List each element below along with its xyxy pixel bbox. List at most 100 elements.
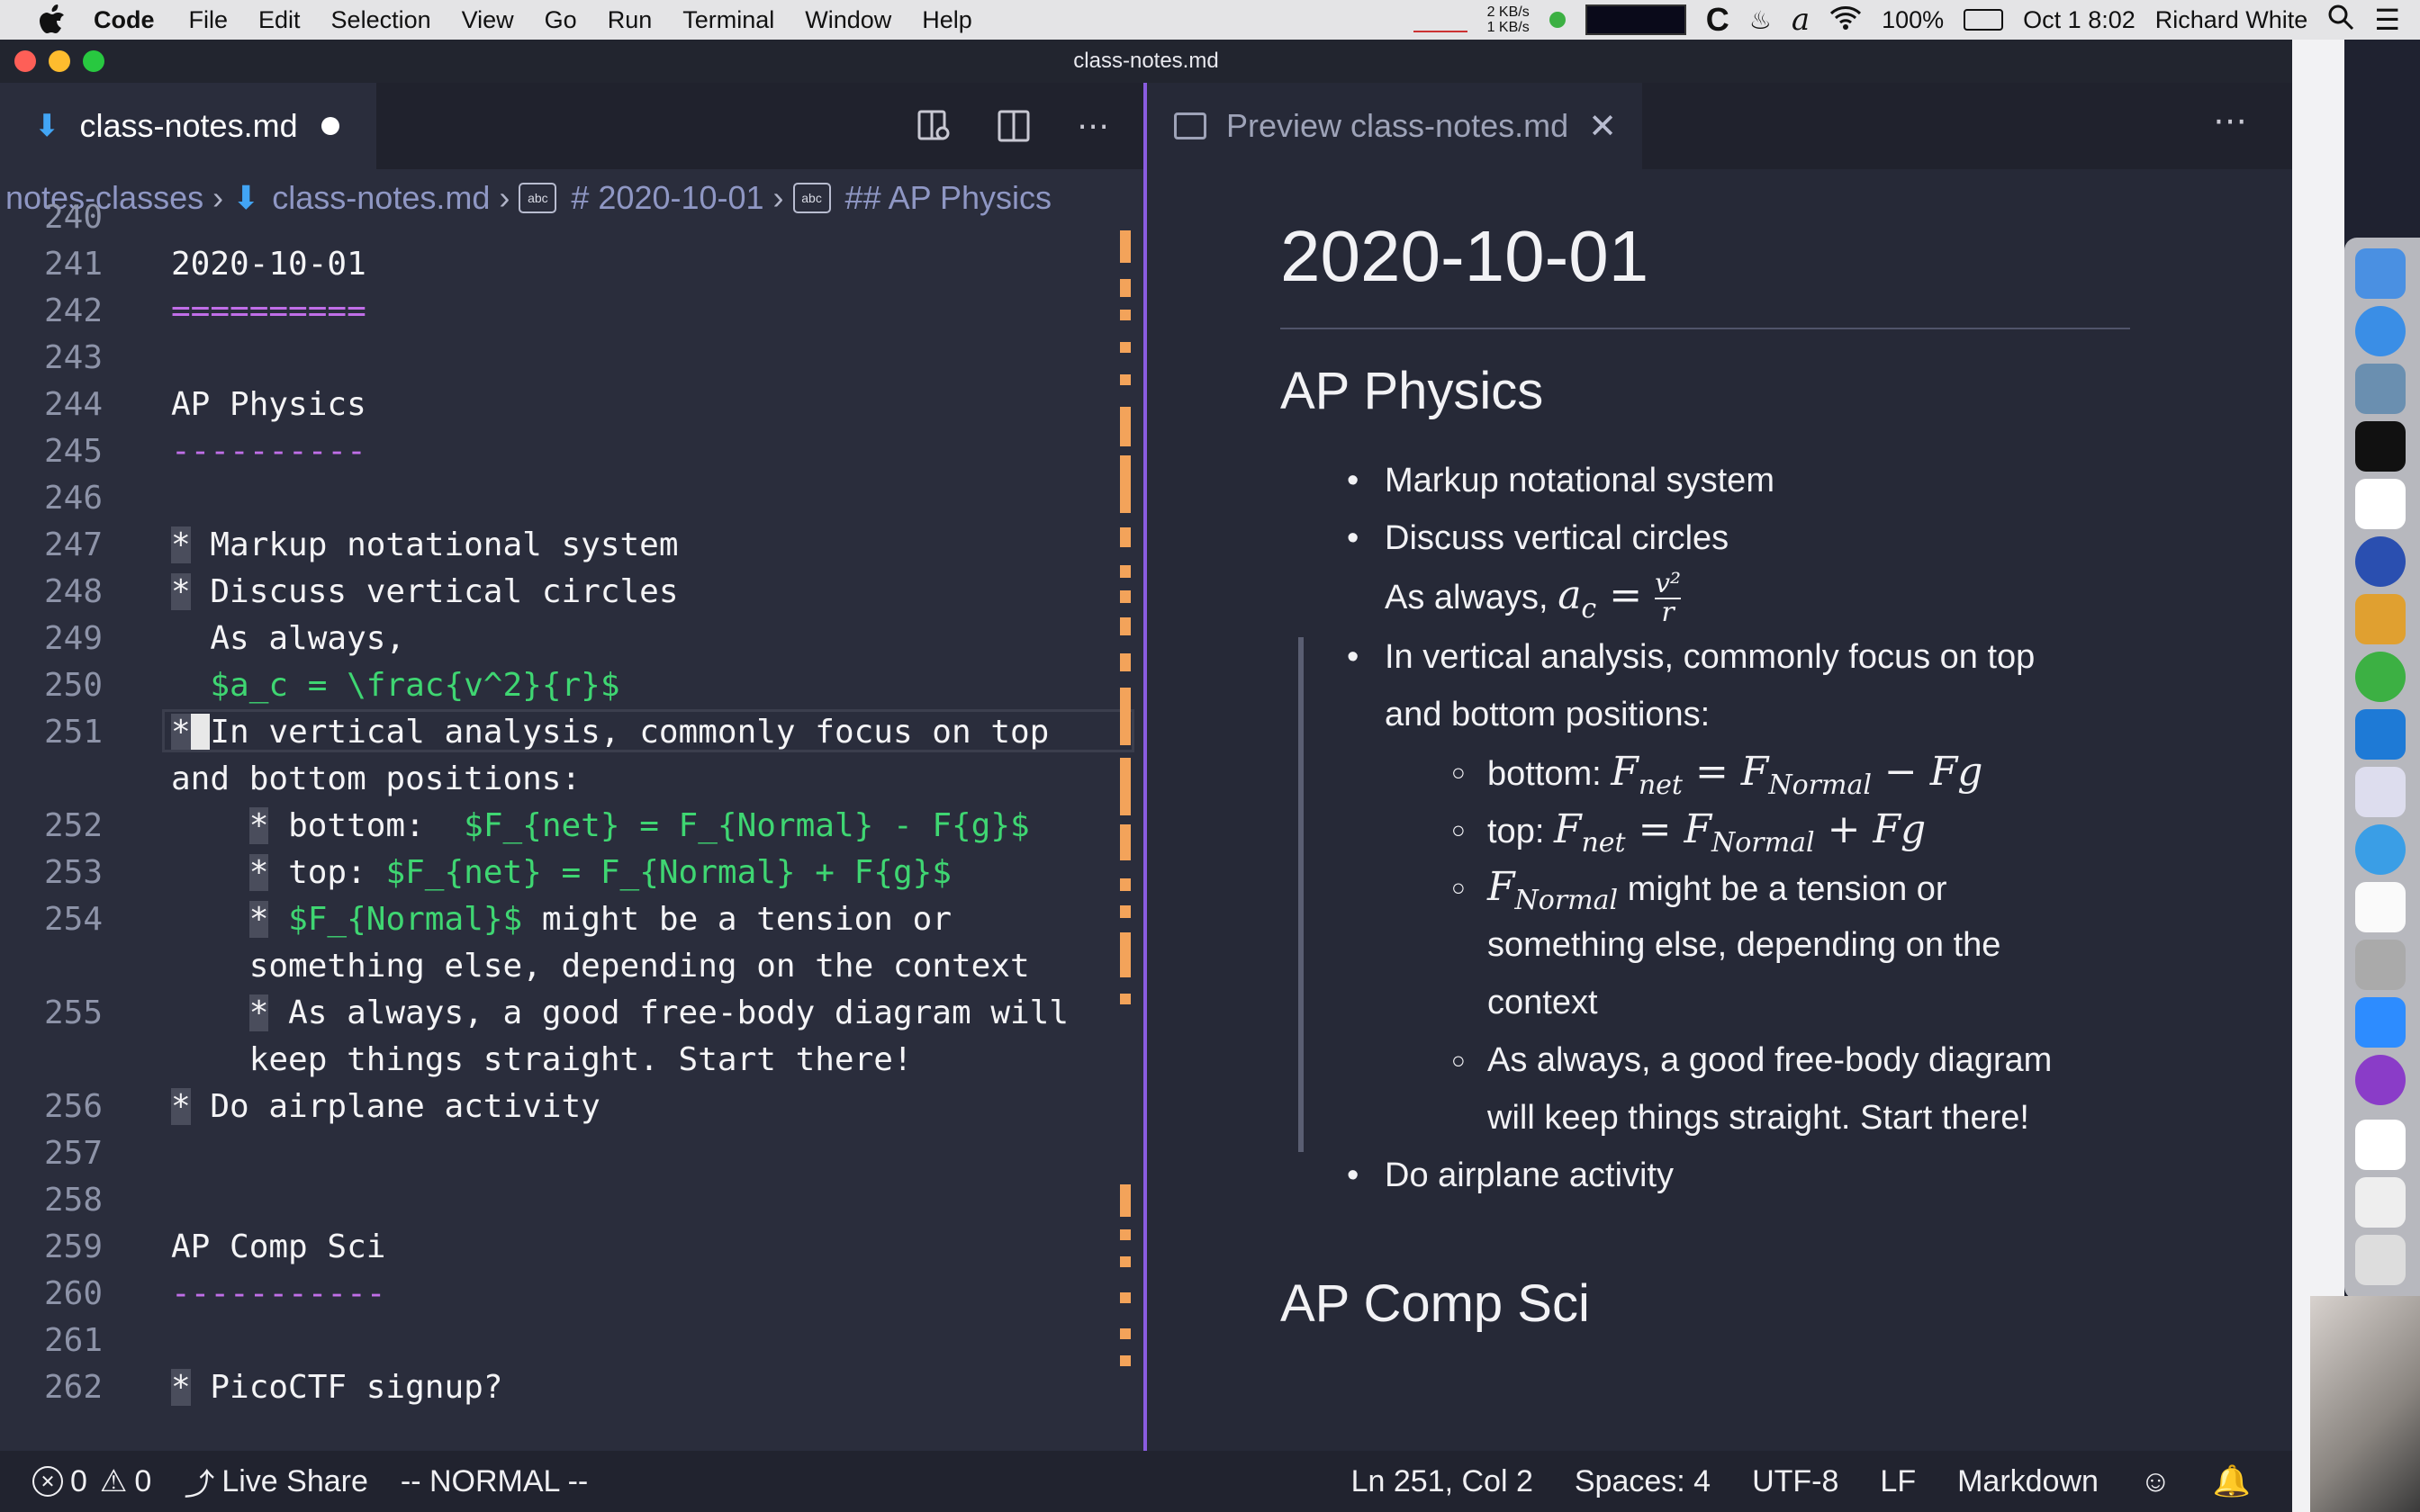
zoom-window-button[interactable]	[83, 50, 104, 72]
zoom-dock-icon[interactable]	[2355, 997, 2406, 1048]
problems-indicator[interactable]: ✕ 0 ⚠ 0	[32, 1463, 151, 1499]
menu-run[interactable]: Run	[608, 6, 653, 34]
code-line[interactable]: 242 ==========	[0, 288, 1116, 335]
close-tab-icon[interactable]: ✕	[1588, 106, 1617, 147]
calendar-dock-icon[interactable]	[2355, 479, 2406, 529]
list-item-continuation: and bottom positions:	[1385, 696, 1711, 734]
code-line[interactable]: 246	[0, 475, 1116, 522]
mail-dock-icon[interactable]	[2355, 364, 2406, 414]
indentation[interactable]: Spaces: 4	[1575, 1464, 1711, 1499]
menu-view[interactable]: View	[462, 6, 514, 34]
messages-dock-icon[interactable]	[2355, 824, 2406, 875]
open-preview-to-side-icon[interactable]	[911, 103, 958, 149]
clock[interactable]: Oct 1 8:02	[2023, 6, 2136, 34]
menu-window[interactable]: Window	[805, 6, 891, 34]
finder-dock-icon[interactable]	[2355, 248, 2406, 299]
user-name[interactable]: Richard White	[2155, 6, 2308, 34]
code-line[interactable]: 250 $a_c = \frac{v^2}{r}$	[0, 662, 1116, 709]
preview-h2-compsci: AP Comp Sci	[1280, 1274, 1590, 1333]
cyberduck-dock-icon[interactable]	[2355, 767, 2406, 817]
code-line[interactable]: 260 -----------	[0, 1271, 1116, 1318]
code-line[interactable]: 240	[0, 194, 1116, 241]
code-line[interactable]: 259 AP Comp Sci	[0, 1224, 1116, 1271]
menu-file[interactable]: File	[189, 6, 229, 34]
wifi-icon[interactable]	[1829, 4, 1862, 36]
menu-go[interactable]: Go	[545, 6, 577, 34]
end-of-line[interactable]: LF	[1880, 1464, 1916, 1499]
app-menu-code[interactable]: Code	[94, 6, 155, 34]
more-actions-icon[interactable]: ⋯	[2213, 101, 2247, 141]
code-line[interactable]: something else, depending on the context	[0, 943, 1116, 990]
code-line[interactable]: 243	[0, 335, 1116, 382]
menu-help[interactable]: Help	[922, 6, 972, 34]
feedback-icon[interactable]: ☺	[2140, 1464, 2172, 1499]
change-marker	[1120, 1328, 1131, 1339]
notifications-bell-icon[interactable]: 🔔	[2213, 1463, 2251, 1499]
code-line[interactable]: 247 * Markup notational system	[0, 522, 1116, 569]
status-dot-icon[interactable]	[1549, 12, 1566, 28]
code-line[interactable]: 252 * bottom: $F_{net} = F_{Normal} - F{…	[0, 803, 1116, 850]
code-line[interactable]: 254 * $F_{Normal}$ might be a tension or	[0, 896, 1116, 943]
spotlight-search-icon[interactable]	[2327, 4, 2354, 37]
battery-percent[interactable]: 100%	[1882, 6, 1944, 34]
language-mode[interactable]: Markdown	[1957, 1464, 2099, 1499]
downloads-dock-icon[interactable]	[2355, 1120, 2406, 1170]
preview-dock-icon[interactable]	[2355, 1177, 2406, 1228]
network-speed[interactable]: 2 KB/s 1 KB/s	[1487, 4, 1530, 35]
code-line[interactable]: 241 2020-10-01	[0, 241, 1116, 288]
vscode-dock-icon[interactable]	[2355, 709, 2406, 760]
code-line[interactable]: 253 * top: $F_{net} = F_{Normal} + F{g}$	[0, 850, 1116, 896]
safari-dock-icon[interactable]	[2355, 306, 2406, 356]
menu-selection[interactable]: Selection	[331, 6, 431, 34]
scripts-dock-icon[interactable]	[2355, 940, 2406, 990]
minimize-window-button[interactable]	[49, 50, 70, 72]
unsaved-dot-icon[interactable]	[321, 117, 339, 135]
code-line[interactable]: 262 * PicoCTF signup?	[0, 1364, 1116, 1411]
code-line[interactable]: 255 * As always, a good free-body diagra…	[0, 990, 1116, 1037]
code-line[interactable]: 244 AP Physics	[0, 382, 1116, 428]
editor-pane[interactable]: ⬇ class-notes.md ⋯ notes-classes › ⬇ cla…	[0, 83, 1143, 1487]
code-line[interactable]: 256 * Do airplane activity	[0, 1084, 1116, 1130]
code-line[interactable]: 249 As always,	[0, 616, 1116, 662]
flame-icon[interactable]: ♨	[1749, 5, 1772, 35]
line-number: 253	[43, 854, 103, 891]
split-editor-icon[interactable]	[990, 103, 1037, 149]
preview-pane[interactable]: Preview class-notes.md ✕ ⋯ 2020-10-01 AP…	[1147, 83, 2292, 1487]
tab-class-notes[interactable]: ⬇ class-notes.md	[0, 83, 376, 169]
change-marker	[1120, 565, 1131, 578]
script-a-icon[interactable]: a	[1792, 2, 1810, 38]
more-actions-icon[interactable]: ⋯	[1070, 103, 1116, 149]
firefox-dock-icon[interactable]	[2355, 1055, 2406, 1105]
tab-preview[interactable]: Preview class-notes.md ✕	[1147, 83, 1642, 169]
battery-icon[interactable]	[1964, 9, 2004, 31]
line-text: -----------	[171, 1275, 386, 1312]
change-marker	[1120, 407, 1131, 446]
change-marker	[1120, 617, 1131, 635]
activity-monitor-graph[interactable]	[1585, 4, 1686, 35]
code-line[interactable]: 245 ----------	[0, 428, 1116, 475]
terminal-dock-icon[interactable]	[2355, 421, 2406, 472]
cpu-graph-icon[interactable]	[1413, 7, 1467, 32]
scrollbar-change-markers[interactable]	[1120, 230, 1133, 1454]
bbedit-dock-icon[interactable]	[2355, 536, 2406, 587]
menu-edit[interactable]: Edit	[258, 6, 301, 34]
close-window-button[interactable]	[14, 50, 36, 72]
code-line[interactable]: and bottom positions:	[0, 756, 1116, 803]
satellite-dock-icon[interactable]	[2355, 594, 2406, 644]
code-line[interactable]: 257	[0, 1130, 1116, 1177]
notification-center-icon[interactable]: ☰	[2374, 3, 2400, 37]
code-line[interactable]: 261	[0, 1318, 1116, 1364]
code-line[interactable]: 248 * Discuss vertical circles	[0, 569, 1116, 616]
code-line[interactable]: 258	[0, 1177, 1116, 1224]
trash-dock-icon[interactable]	[2355, 1235, 2406, 1285]
frog-dock-icon[interactable]	[2355, 652, 2406, 702]
code-line[interactable]: keep things straight. Start there!	[0, 1037, 1116, 1084]
menu-terminal[interactable]: Terminal	[682, 6, 774, 34]
live-share-button[interactable]: ⤴ Live Share	[184, 1460, 368, 1504]
encoding[interactable]: UTF-8	[1752, 1464, 1838, 1499]
document-dock-icon[interactable]	[2355, 882, 2406, 932]
code-line[interactable]: 251 * In vertical analysis, commonly focu…	[0, 709, 1134, 756]
cursor-position[interactable]: Ln 251, Col 2	[1351, 1464, 1533, 1499]
apple-icon[interactable]	[34, 2, 70, 38]
c-icon[interactable]: C	[1706, 1, 1729, 39]
